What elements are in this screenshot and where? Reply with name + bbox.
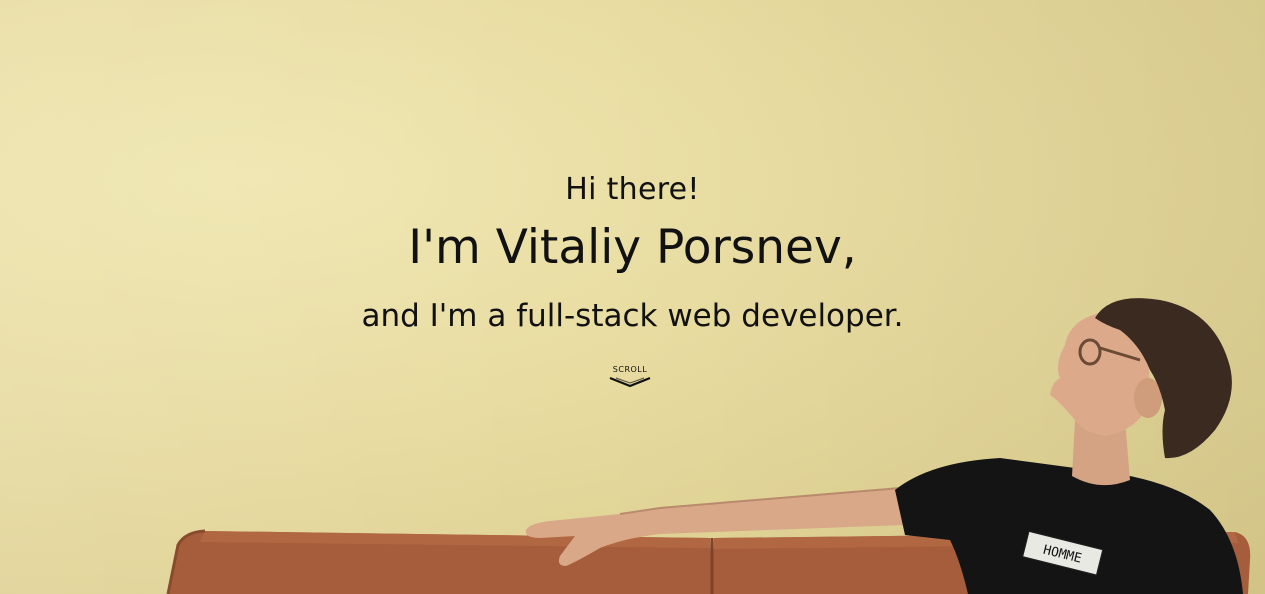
hero-section: HOMME Hi there! I'm Vitaliy Porsnev, and… <box>0 0 1265 594</box>
hero-text: Hi there! I'm Vitaliy Porsnev, and I'm a… <box>0 170 1265 338</box>
tagline-text: and I'm a full-stack web developer. <box>361 298 904 334</box>
scroll-button[interactable]: SCROLL <box>608 365 652 391</box>
chevron-down-icon <box>608 375 652 389</box>
scroll-label: SCROLL <box>612 365 648 374</box>
greeting-text: Hi there! <box>565 172 700 207</box>
hero-name-heading: I'm Vitaliy Porsnev, <box>408 220 857 275</box>
